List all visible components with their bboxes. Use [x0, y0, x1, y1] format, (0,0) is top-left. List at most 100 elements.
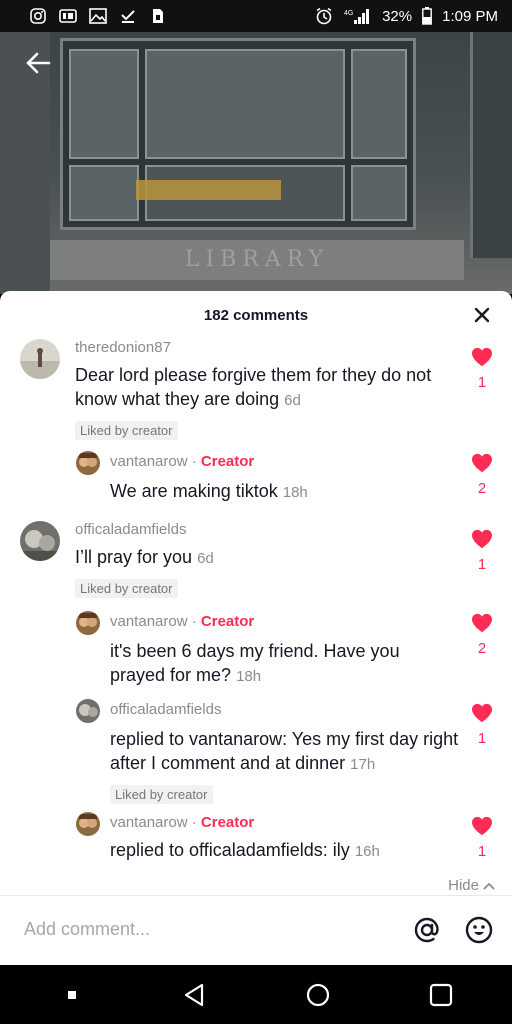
window-pane [351, 49, 407, 159]
divider [0, 895, 512, 896]
back-arrow-icon [26, 52, 51, 74]
comments-header: 182 comments [0, 291, 512, 339]
avatar[interactable] [20, 339, 60, 379]
comment-text: Dear lord please forgive them for they d… [75, 363, 460, 413]
status-bar-notification-icons [28, 7, 168, 25]
comment-body: officaladamfields replied to vantanarow:… [110, 701, 460, 804]
back-button[interactable] [22, 47, 54, 79]
like-count: 1 [477, 556, 487, 573]
avatar[interactable] [76, 611, 100, 635]
window-pane [351, 165, 407, 221]
heart-icon [472, 529, 492, 549]
comment-username[interactable]: officaladamfields [110, 701, 460, 719]
nav-home-button[interactable] [298, 975, 338, 1015]
window-pane [69, 165, 139, 221]
heart-icon [472, 816, 492, 836]
at-mention-icon [414, 917, 439, 943]
liked-by-creator-badge: Liked by creator [75, 421, 178, 440]
creator-badge: Creator [200, 613, 255, 630]
liked-by-creator-badge: Liked by creator [110, 785, 213, 804]
signal-icon: 4G [344, 7, 372, 25]
comment-text: I’ll pray for you 6d [75, 545, 460, 571]
comment-body: vantanarow · Creator We are making tikto… [110, 453, 455, 505]
window-pane [69, 49, 139, 159]
comment-body: theredonion87 Dear lord please forgive t… [75, 339, 460, 440]
comment-username-row: vantanarow · Creator [110, 453, 455, 471]
like-count: 2 [477, 480, 487, 497]
sim-icon [148, 7, 168, 25]
nav-back-button[interactable] [175, 975, 215, 1015]
heart-icon [472, 703, 492, 723]
creator-badge: Creator [200, 453, 255, 470]
like-button[interactable]: 1 [470, 703, 494, 747]
library-sign: LIBRARY [50, 240, 464, 280]
battery-icon [422, 7, 433, 25]
comment-username[interactable]: vantanarow [110, 453, 188, 470]
heart-icon [472, 453, 492, 473]
like-button[interactable]: 2 [470, 453, 494, 497]
comment-text-content: Dear lord please forgive them for they d… [75, 365, 432, 409]
hd-icon [58, 7, 78, 25]
battery-percent: 32% [382, 7, 413, 25]
emoji-button[interactable] [464, 915, 494, 945]
close-button[interactable] [472, 305, 492, 325]
status-bar: 4G 32% 1:09 PM [0, 0, 512, 32]
comment-text-content: We are making tiktok [110, 481, 278, 501]
heart-icon [472, 613, 492, 633]
nav-home-icon [306, 983, 329, 1006]
nav-indicator [52, 975, 92, 1015]
avatar[interactable] [20, 521, 60, 561]
comment-text: replied to officaladamfields: ily 16h [110, 838, 455, 864]
nav-recents-button[interactable] [421, 975, 461, 1015]
like-button[interactable]: 1 [470, 816, 494, 860]
avatar[interactable] [76, 451, 100, 475]
nav-recents-icon [429, 983, 452, 1006]
comment-username[interactable]: vantanarow [110, 613, 188, 630]
comment-body: officaladamfields I’ll pray for you 6d L… [75, 521, 460, 598]
like-button[interactable]: 1 [470, 347, 494, 391]
separator-dot: · [191, 814, 197, 831]
avatar[interactable] [76, 699, 100, 723]
status-bar-system-icons: 4G 32% 1:09 PM [314, 7, 498, 25]
like-button[interactable]: 2 [470, 613, 494, 657]
comment-username[interactable]: officaladamfields [75, 521, 460, 539]
comment-time: 6d [284, 392, 301, 409]
comment-time: 18h [282, 484, 308, 501]
comment-body: vantanarow · Creator it's been 6 days my… [110, 613, 455, 689]
hide-label: Hide [448, 877, 479, 894]
lit-interior [136, 180, 281, 200]
emoji-icon [465, 916, 493, 944]
nav-back-icon [184, 983, 203, 1006]
like-count: 1 [477, 843, 487, 860]
comment-text: it's been 6 days my friend. Have you pra… [110, 639, 455, 689]
comment-username[interactable]: theredonion87 [75, 339, 460, 357]
comment-body: vantanarow · Creator replied to officala… [110, 814, 455, 864]
mention-button[interactable] [412, 915, 442, 945]
comment-time: 17h [350, 756, 376, 773]
comments-count-title: 182 comments [203, 306, 309, 324]
window-pane [145, 49, 345, 159]
close-icon [474, 307, 490, 323]
avatar[interactable] [76, 812, 100, 836]
comments-sheet: 182 comments theredonion87 Dear lord ple… [0, 291, 512, 965]
like-count: 1 [477, 730, 487, 747]
comment-username-row: vantanarow · Creator [110, 613, 455, 631]
comment-text-content: I’ll pray for you [75, 547, 193, 567]
hide-replies-button[interactable]: Hide [448, 877, 496, 894]
gallery-icon [88, 7, 108, 25]
comment-username[interactable]: vantanarow [110, 814, 188, 831]
download-done-icon [118, 7, 138, 25]
comment-text-content: replied to officaladamfields: ily [110, 840, 350, 860]
heart-icon [472, 347, 492, 367]
comment-time: 6d [197, 550, 214, 567]
library-window [60, 38, 416, 230]
video-background[interactable]: LIBRARY [0, 32, 512, 294]
comment-time: 16h [354, 843, 380, 860]
like-button[interactable]: 1 [470, 529, 494, 573]
separator-dot: · [191, 453, 197, 470]
comment-username-row: vantanarow · Creator [110, 814, 455, 832]
alarm-icon [314, 7, 334, 25]
comment-text: We are making tiktok 18h [110, 479, 455, 505]
clock: 1:09 PM [442, 7, 498, 25]
add-comment-input[interactable] [24, 913, 384, 945]
